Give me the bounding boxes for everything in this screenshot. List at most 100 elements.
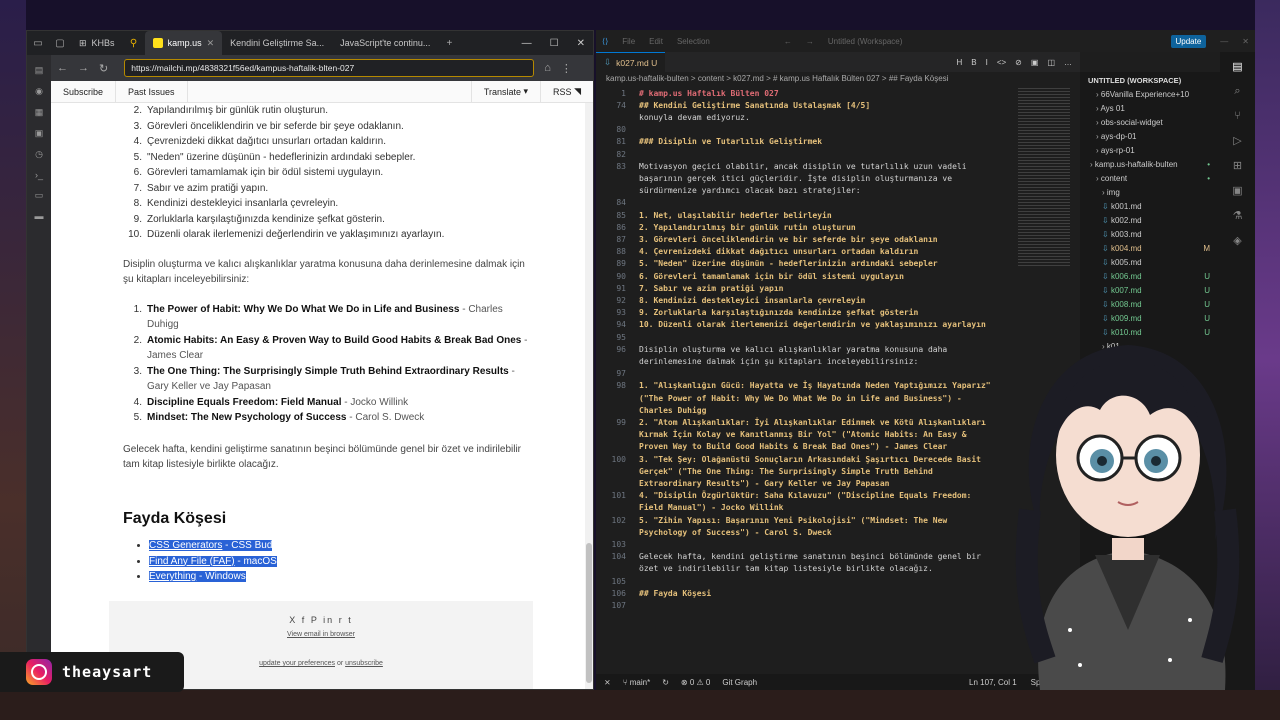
sidebar-calendar-icon[interactable]: ▣ bbox=[35, 128, 44, 139]
past-issues-link[interactable]: Past Issues bbox=[116, 81, 188, 103]
split-icon[interactable]: ◫ bbox=[1047, 58, 1055, 67]
sidebar-grid-icon[interactable]: ▦ bbox=[35, 107, 44, 118]
tree-item[interactable]: ⇩ k003.md bbox=[1080, 228, 1220, 242]
search-icon[interactable]: ⌕ bbox=[1234, 85, 1240, 98]
tree-item[interactable]: ⇩ k001.md bbox=[1080, 200, 1220, 214]
code-line[interactable]: 83 Motivasyon geçici olabilir, ancak disi… bbox=[596, 161, 1080, 172]
back-icon[interactable]: ← bbox=[57, 62, 68, 74]
menu-edit[interactable]: Edit bbox=[649, 37, 663, 46]
tree-item[interactable]: › obs-social-widget bbox=[1080, 116, 1220, 130]
address-bar[interactable]: https://mailchi.mp/4838321f56ed/kampus-h… bbox=[124, 59, 535, 77]
nav-forward-icon[interactable]: → bbox=[806, 37, 814, 46]
forward-icon[interactable]: → bbox=[78, 62, 89, 74]
extensions-icon[interactable]: ⊞ bbox=[1233, 159, 1242, 172]
git-graph-status[interactable]: Git Graph bbox=[722, 678, 757, 687]
menu-selection[interactable]: Selection bbox=[677, 37, 710, 46]
x-icon[interactable]: X bbox=[289, 615, 297, 625]
code-line[interactable]: 84 bbox=[596, 197, 1080, 208]
tree-item[interactable]: ⇩ k009.md U bbox=[1080, 312, 1220, 326]
tree-item[interactable]: › ays-rp-01 bbox=[1080, 144, 1220, 158]
minimize-icon[interactable]: — bbox=[522, 38, 532, 49]
tree-item[interactable]: ⇩ k002.md bbox=[1080, 214, 1220, 228]
tree-item[interactable]: › Ays 01 bbox=[1080, 102, 1220, 116]
sidebar-terminal-icon[interactable]: ›_ bbox=[35, 170, 43, 180]
shield-icon[interactable]: ⌂ bbox=[544, 62, 551, 74]
tumblr-icon[interactable]: t bbox=[348, 615, 353, 625]
code-line[interactable]: 89 5. "Neden" üzerine düşünün - hedefleri… bbox=[596, 258, 1080, 269]
sidebar-folder-icon[interactable]: ▬ bbox=[35, 211, 44, 221]
tree-item[interactable]: ⇩ k008.md U bbox=[1080, 298, 1220, 312]
run-debug-icon[interactable]: ▷ bbox=[1233, 134, 1241, 147]
testing-icon[interactable]: ⚗ bbox=[1233, 209, 1243, 222]
update-preferences-link[interactable]: update your preferences bbox=[259, 660, 335, 667]
new-tab-icon[interactable]: + bbox=[438, 38, 460, 49]
sidebar-user-icon[interactable]: ◉ bbox=[35, 86, 43, 97]
link-icon[interactable]: ⊘ bbox=[1015, 58, 1022, 67]
code-line[interactable]: 85 1. Net, ulaşılabilir hedefler belirley… bbox=[596, 210, 1080, 221]
tree-item[interactable]: ⇩ k007.md U bbox=[1080, 284, 1220, 298]
tree-item[interactable]: ⇩ k005.md bbox=[1080, 256, 1220, 270]
remote-status-icon[interactable]: ⨯ bbox=[604, 678, 611, 687]
update-button[interactable]: Update bbox=[1170, 34, 1207, 48]
explorer-icon[interactable]: ▤ bbox=[1232, 60, 1242, 73]
code-line[interactable]: 94 10. Düzenli olarak ilerlemenizi değerl… bbox=[596, 319, 1080, 330]
facebook-icon[interactable]: f bbox=[302, 615, 307, 625]
vs-close-icon[interactable]: ✕ bbox=[1242, 37, 1249, 46]
rss-link[interactable]: RSS ◥ bbox=[540, 81, 593, 103]
code-line[interactable]: başarının gerçek itici güçleridir. İşte … bbox=[596, 173, 1080, 184]
code-line[interactable]: 87 3. Görevleri önceliklendirin ve bir se… bbox=[596, 234, 1080, 245]
tab-k027[interactable]: ⇩ k027.md U bbox=[596, 52, 666, 72]
breadcrumb[interactable]: kamp.us-haftalik-bulten > content > k027… bbox=[606, 74, 1076, 88]
pinterest-icon[interactable]: P bbox=[311, 615, 319, 625]
code-line[interactable]: konuyla devam ediyoruz. bbox=[596, 112, 1080, 123]
code-line[interactable]: 81 ### Disiplin ve Tutarlılık Geliştirmek bbox=[596, 136, 1080, 147]
menu-icon[interactable]: ⋮ bbox=[561, 62, 572, 75]
sidebar-doc-icon[interactable]: ▤ bbox=[35, 65, 44, 76]
close-window-icon[interactable]: ✕ bbox=[577, 38, 585, 49]
sidebar-chat-icon[interactable]: ▭ bbox=[35, 190, 44, 201]
tool-link[interactable]: CSS Generators bbox=[149, 540, 222, 551]
tool-link[interactable]: Find Any File (FAF) bbox=[149, 556, 235, 567]
tab-khbs[interactable]: ⊞ KHBs bbox=[71, 31, 123, 55]
tree-item[interactable]: › ays-dp-01 bbox=[1080, 130, 1220, 144]
more-icon[interactable]: … bbox=[1064, 58, 1072, 67]
code-line[interactable]: 92 8. Kendinizi destekleyici insanlarla ç… bbox=[596, 295, 1080, 306]
scrollbar-thumb[interactable] bbox=[586, 543, 592, 683]
tab-javascript[interactable]: JavaScript'te continu... bbox=[332, 31, 438, 55]
maximize-icon[interactable]: ☐ bbox=[550, 38, 559, 49]
explorer-header[interactable]: UNTITLED (WORKSPACE) bbox=[1080, 74, 1220, 88]
close-tab-icon[interactable]: ✕ bbox=[207, 38, 215, 49]
linkedin-icon[interactable]: in bbox=[323, 615, 334, 625]
remote-icon[interactable]: ▣ bbox=[1232, 184, 1242, 197]
tool-link[interactable]: Everything bbox=[149, 571, 196, 582]
code-line[interactable]: 90 6. Görevleri tamamlamak için bir ödül … bbox=[596, 271, 1080, 282]
code-line[interactable]: 1 # kamp.us Haftalık Bülten 027 bbox=[596, 88, 1080, 99]
tree-item[interactable]: › kamp.us-haftalik-bulten • bbox=[1080, 158, 1220, 172]
code-line[interactable]: 91 7. Sabır ve azim pratiği yapın bbox=[596, 283, 1080, 294]
tree-item[interactable]: › content • bbox=[1080, 172, 1220, 186]
italic-icon[interactable]: I bbox=[986, 58, 988, 67]
reddit-icon[interactable]: r bbox=[339, 615, 344, 625]
subscribe-link[interactable]: Subscribe bbox=[51, 81, 117, 103]
page-scrollbar[interactable] bbox=[585, 103, 593, 689]
heading-icon[interactable]: H bbox=[956, 58, 962, 67]
sync-icon[interactable]: ↻ bbox=[662, 678, 669, 687]
tab-kampus[interactable]: kamp.us ✕ bbox=[144, 31, 223, 55]
git-icon[interactable]: ◈ bbox=[1233, 234, 1241, 247]
tree-item[interactable]: › img bbox=[1080, 186, 1220, 200]
code-icon[interactable]: <> bbox=[997, 58, 1006, 67]
source-control-icon[interactable]: ⑂ bbox=[1234, 110, 1241, 122]
tree-item[interactable]: ⇩ k006.md U bbox=[1080, 270, 1220, 284]
tree-item[interactable]: › 66Vanilla Experience+10 bbox=[1080, 88, 1220, 102]
code-line[interactable]: 86 2. Yapılandırılmış bir günlük rutin ol… bbox=[596, 222, 1080, 233]
sidebar-history-icon[interactable]: ◷ bbox=[35, 149, 43, 160]
branch-status[interactable]: ⑂ main* bbox=[623, 678, 650, 687]
reload-icon[interactable]: ↻ bbox=[99, 62, 108, 75]
vs-minimize-icon[interactable]: — bbox=[1220, 37, 1228, 46]
sidebar-toggle-icon[interactable]: ▭ bbox=[27, 38, 49, 49]
code-line[interactable]: 93 9. Zorluklarla karşılaştığınızda kendi… bbox=[596, 307, 1080, 318]
problems-status[interactable]: ⊗ 0 ⚠ 0 bbox=[681, 678, 710, 687]
code-line[interactable]: 80 bbox=[596, 124, 1080, 135]
translate-dropdown[interactable]: Translate ▾ bbox=[470, 81, 540, 103]
view-in-browser-link[interactable]: View email in browser bbox=[109, 631, 533, 638]
